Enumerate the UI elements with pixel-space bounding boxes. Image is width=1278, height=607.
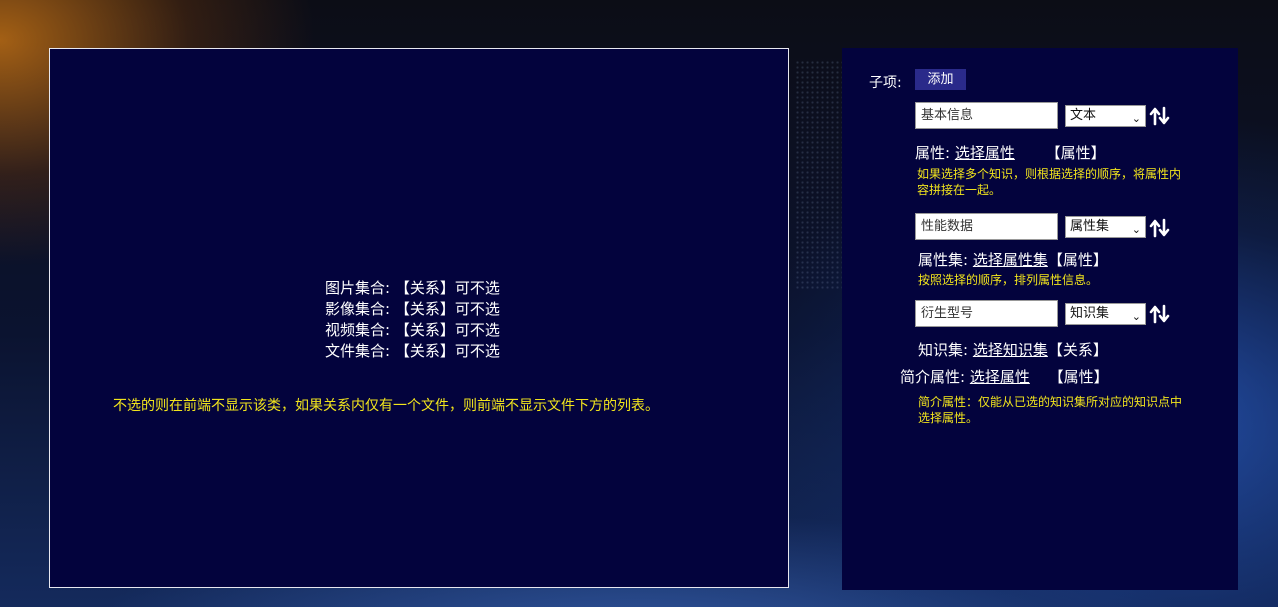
collection-row-imagery: 影像集合: 【关系】可不选: [325, 299, 500, 320]
note-line: 选择属性。: [918, 411, 979, 425]
select-attribute-set-link[interactable]: 选择属性集: [973, 251, 1048, 269]
item-name-input[interactable]: 基本信息: [915, 102, 1058, 129]
summary-attribute-label: 简介属性:: [900, 368, 966, 386]
chevron-down-icon: ⌄: [1131, 223, 1141, 236]
collection-value: 【关系】可不选: [394, 300, 500, 318]
sort-arrows-icon[interactable]: [1149, 217, 1171, 239]
collection-value: 【关系】可不选: [394, 342, 500, 360]
attribute-row: 属性: 选择属性 【属性】: [915, 142, 1106, 163]
collection-row-images: 图片集合: 【关系】可不选: [325, 278, 500, 299]
chevron-down-icon: ⌄: [1131, 112, 1141, 125]
select-summary-attribute-link[interactable]: 选择属性: [970, 368, 1030, 386]
select-attribute-link[interactable]: 选择属性: [955, 144, 1015, 162]
select-value: 知识集: [1070, 306, 1110, 321]
collection-label: 影像集合:: [325, 300, 391, 318]
attribute-tag: 【属性】: [1045, 144, 1106, 162]
collection-row-videos: 视频集合: 【关系】可不选: [325, 320, 500, 341]
attribute-note: 如果选择多个知识，则根据选择的顺序，将属性内 容拼接在一起。: [917, 166, 1227, 198]
attribute-tag: 【属性】: [1047, 251, 1108, 269]
item-type-select[interactable]: 属性集 ⌄: [1065, 216, 1146, 238]
note-line: 简介属性：仅能从已选的知识集所对应的知识点中: [918, 395, 1183, 409]
sort-arrows-icon[interactable]: [1149, 303, 1171, 325]
collection-label: 文件集合:: [325, 342, 391, 360]
summary-attribute-note: 简介属性：仅能从已选的知识集所对应的知识点中 选择属性。: [918, 394, 1228, 426]
collection-note: 不选的则在前端不显示该类，如果关系内仅有一个文件，则前端不显示文件下方的列表。: [113, 398, 659, 414]
attribute-tag: 【属性】: [1048, 368, 1109, 386]
collection-value: 【关系】可不选: [394, 321, 500, 339]
item-name-input[interactable]: 衍生型号: [915, 300, 1058, 327]
knowledge-set-label: 知识集:: [918, 341, 969, 359]
preview-panel: 图片集合: 【关系】可不选 影像集合: 【关系】可不选 视频集合: 【关系】可不…: [49, 48, 789, 588]
relation-tag: 【关系】: [1047, 341, 1108, 359]
knowledge-set-row: 知识集: 选择知识集【关系】: [918, 339, 1108, 360]
item-type-select[interactable]: 知识集 ⌄: [1065, 303, 1146, 325]
select-value: 文本: [1070, 108, 1097, 123]
item-name-input[interactable]: 性能数据: [915, 213, 1058, 240]
attribute-set-row: 属性集: 选择属性集【属性】: [918, 249, 1108, 270]
sub-items-label: 子项:: [869, 75, 902, 91]
attribute-set-label: 属性集:: [918, 251, 969, 269]
summary-attribute-row: 简介属性: 选择属性 【属性】: [900, 366, 1109, 387]
chevron-down-icon: ⌄: [1131, 310, 1141, 323]
note-line: 容拼接在一起。: [917, 183, 1002, 197]
collection-label: 视频集合:: [325, 321, 391, 339]
collection-value: 【关系】可不选: [394, 279, 500, 297]
sort-arrows-icon[interactable]: [1149, 105, 1171, 127]
select-value: 属性集: [1070, 219, 1110, 234]
add-button[interactable]: 添加: [915, 69, 966, 90]
collection-label: 图片集合:: [325, 279, 391, 297]
note-line: 如果选择多个知识，则根据选择的顺序，将属性内: [917, 167, 1182, 181]
attribute-set-note: 按照选择的顺序，排列属性信息。: [918, 273, 1099, 287]
item-type-select[interactable]: 文本 ⌄: [1065, 105, 1146, 127]
collection-list: 图片集合: 【关系】可不选 影像集合: 【关系】可不选 视频集合: 【关系】可不…: [325, 278, 500, 362]
collection-row-files: 文件集合: 【关系】可不选: [325, 341, 500, 362]
select-knowledge-set-link[interactable]: 选择知识集: [973, 341, 1048, 359]
config-panel: 子项: 添加 基本信息 文本 ⌄ 属性: 选择属性 【属性】 如果选择多个知识，…: [842, 48, 1238, 590]
attribute-label: 属性:: [915, 144, 951, 162]
